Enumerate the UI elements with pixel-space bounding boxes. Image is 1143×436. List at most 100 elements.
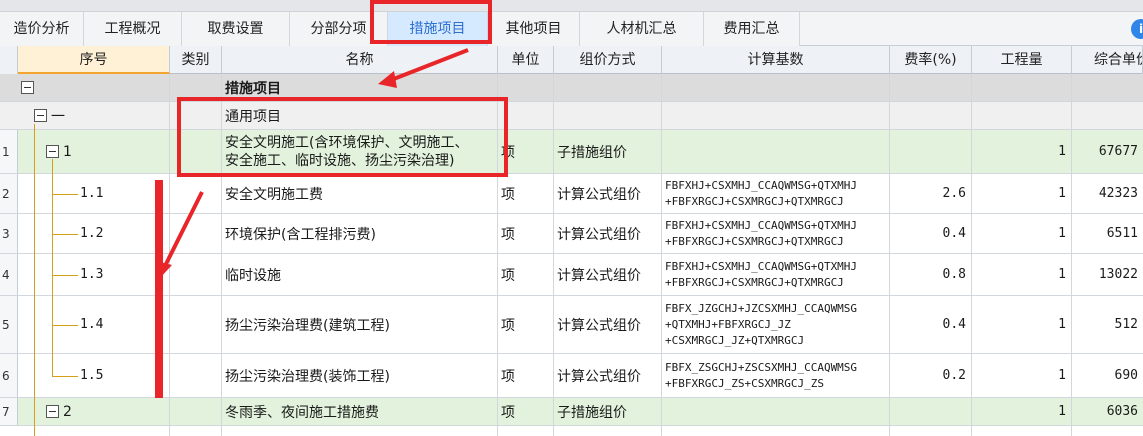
rate-cell[interactable]: 0.4	[890, 214, 972, 253]
name-cell[interactable]: 扬尘污染治理费(装饰工程)	[222, 354, 498, 397]
method-cell[interactable]: 子措施组价	[554, 130, 662, 173]
qty-cell[interactable]: 1	[972, 130, 1072, 173]
base-cell[interactable]	[662, 74, 890, 101]
base-cell[interactable]	[662, 426, 890, 436]
qty-cell[interactable]	[972, 426, 1072, 436]
qty-cell[interactable]	[972, 102, 1072, 129]
qty-cell[interactable]: 1	[972, 214, 1072, 253]
tab-sub-items[interactable]: 分部分项	[290, 12, 388, 46]
table-row[interactable]: 2 1.1 安全文明施工费 项 计算公式组价 FBFXHJ+CSXMHJ_CCA…	[0, 174, 1143, 214]
table-row[interactable]: 6 1.5 扬尘污染治理费(装饰工程) 项 计算公式组价 FBFX_ZSGCHJ…	[0, 354, 1143, 398]
base-cell[interactable]	[662, 130, 890, 173]
unit-cell[interactable]	[498, 102, 554, 129]
price-cell[interactable]: 13022	[1072, 254, 1143, 295]
qty-cell[interactable]	[972, 74, 1072, 101]
price-cell[interactable]: 690	[1072, 354, 1143, 397]
seq-cell[interactable]: 1	[18, 130, 170, 173]
rate-cell[interactable]	[890, 74, 972, 101]
qty-cell[interactable]: 1	[972, 296, 1072, 353]
method-cell[interactable]: 计算公式组价	[554, 214, 662, 253]
table-row[interactable]: 3 1.2 环境保护(含工程排污费) 项 计算公式组价 FBFXHJ+CSXMH…	[0, 214, 1143, 254]
rate-cell[interactable]: 0.2	[890, 354, 972, 397]
category-cell[interactable]	[170, 130, 222, 173]
table-row[interactable]: 一 通用项目	[0, 102, 1143, 130]
name-cell[interactable]: 通用项目	[222, 102, 498, 129]
price-cell[interactable]	[1072, 102, 1143, 129]
name-cell[interactable]: 安全文明施工(含环境保护、文明施工、 安全施工、临时设施、扬尘污染治理)	[222, 130, 498, 173]
price-cell[interactable]: 67677	[1072, 130, 1143, 173]
tab-measure-items[interactable]: 措施项目	[388, 12, 488, 46]
rate-cell[interactable]	[890, 426, 972, 436]
price-cell[interactable]: 6511	[1072, 214, 1143, 253]
price-cell[interactable]	[1072, 74, 1143, 101]
qty-cell[interactable]: 1	[972, 354, 1072, 397]
name-cell[interactable]: 安全文明施工费	[222, 174, 498, 213]
col-unit-price[interactable]: 综合单价	[1072, 46, 1143, 74]
col-calc-base[interactable]: 计算基数	[662, 46, 890, 74]
unit-cell[interactable]: 项	[498, 130, 554, 173]
unit-cell[interactable]: 项	[498, 214, 554, 253]
method-cell[interactable]: 计算公式组价	[554, 254, 662, 295]
seq-cell[interactable]: 1.2	[18, 214, 170, 253]
qty-cell[interactable]: 1	[972, 174, 1072, 213]
collapse-toggle-icon[interactable]	[46, 145, 59, 158]
seq-cell[interactable]: 1.5	[18, 354, 170, 397]
tab-cost-analysis[interactable]: 造价分析	[0, 12, 84, 46]
category-cell[interactable]	[170, 426, 222, 436]
seq-cell[interactable]: 1.4	[18, 296, 170, 353]
col-seq[interactable]: 序号	[18, 46, 170, 74]
base-cell[interactable]	[662, 102, 890, 129]
col-pricing-method[interactable]: 组价方式	[554, 46, 662, 74]
tab-project-overview[interactable]: 工程概况	[84, 12, 182, 46]
base-cell[interactable]	[662, 398, 890, 425]
collapse-toggle-icon[interactable]	[46, 405, 59, 418]
table-row[interactable]: 4 1.3 临时设施 项 计算公式组价 FBFXHJ+CSXMHJ_CCAQWM…	[0, 254, 1143, 296]
col-category[interactable]: 类别	[170, 46, 222, 74]
base-cell[interactable]: FBFXHJ+CSXMHJ_CCAQWMSG+QTXMHJ +FBFXRGCJ+…	[662, 254, 890, 295]
table-row[interactable]: 5 1.4 扬尘污染治理费(建筑工程) 项 计算公式组价 FBFX_JZGCHJ…	[0, 296, 1143, 354]
category-cell[interactable]	[170, 254, 222, 295]
unit-cell[interactable]: 项	[498, 296, 554, 353]
name-cell[interactable]: 环境保护(含工程排污费)	[222, 214, 498, 253]
unit-cell[interactable]: 项	[498, 398, 554, 425]
unit-cell[interactable]: 项	[498, 354, 554, 397]
rate-cell[interactable]	[890, 102, 972, 129]
tab-fee-settings[interactable]: 取费设置	[182, 12, 290, 46]
category-cell[interactable]	[170, 102, 222, 129]
name-cell[interactable]: 扬尘污染治理费(建筑工程)	[222, 296, 498, 353]
name-cell[interactable]: 措施项目	[222, 74, 498, 101]
qty-cell[interactable]: 1	[972, 254, 1072, 295]
rate-cell[interactable]	[890, 398, 972, 425]
table-row[interactable]	[0, 426, 1143, 436]
name-cell[interactable]: 临时设施	[222, 254, 498, 295]
unit-cell[interactable]: 项	[498, 174, 554, 213]
method-cell[interactable]	[554, 426, 662, 436]
category-cell[interactable]	[170, 354, 222, 397]
method-cell[interactable]	[554, 102, 662, 129]
category-cell[interactable]	[170, 74, 222, 101]
seq-cell[interactable]: 2	[18, 398, 170, 425]
seq-cell[interactable]: 1.3	[18, 254, 170, 295]
method-cell[interactable]: 计算公式组价	[554, 354, 662, 397]
collapse-toggle-icon[interactable]	[34, 109, 47, 122]
seq-cell[interactable]: 一	[18, 102, 170, 129]
seq-cell[interactable]	[18, 74, 170, 101]
col-rate[interactable]: 费率(%)	[890, 46, 972, 74]
qty-cell[interactable]: 1	[972, 398, 1072, 425]
category-cell[interactable]	[170, 398, 222, 425]
name-cell[interactable]	[222, 426, 498, 436]
unit-cell[interactable]	[498, 74, 554, 101]
method-cell[interactable]: 计算公式组价	[554, 174, 662, 213]
base-cell[interactable]: FBFXHJ+CSXMHJ_CCAQWMSG+QTXMHJ +FBFXRGCJ+…	[662, 174, 890, 213]
method-cell[interactable]	[554, 74, 662, 101]
method-cell[interactable]: 子措施组价	[554, 398, 662, 425]
rate-cell[interactable]: 0.4	[890, 296, 972, 353]
col-name[interactable]: 名称	[222, 46, 498, 74]
name-cell[interactable]: 冬雨季、夜间施工措施费	[222, 398, 498, 425]
price-cell[interactable]	[1072, 426, 1143, 436]
category-cell[interactable]	[170, 174, 222, 213]
rate-cell[interactable]: 2.6	[890, 174, 972, 213]
col-unit[interactable]: 单位	[498, 46, 554, 74]
tab-fee-summary[interactable]: 费用汇总	[704, 12, 800, 46]
unit-cell[interactable]: 项	[498, 254, 554, 295]
